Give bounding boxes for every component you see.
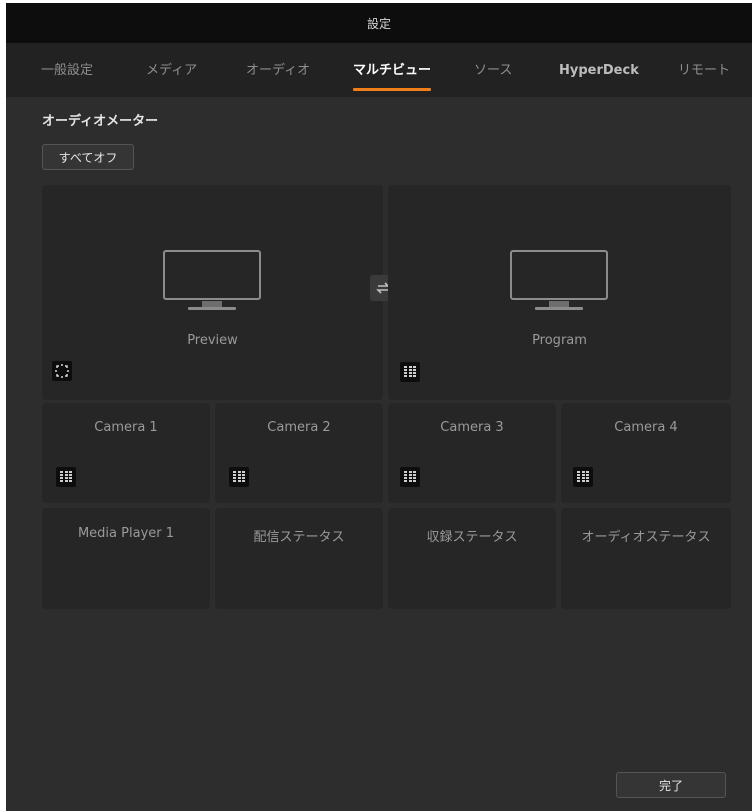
window-titlebar: 設定	[6, 3, 752, 43]
tab-general[interactable]: 一般設定	[41, 43, 93, 97]
audio-meters-title: オーディオメーター	[42, 114, 159, 129]
status-cell-label: 収録ステータス	[426, 530, 518, 545]
tab-multiview[interactable]: マルチビュー	[353, 43, 432, 97]
camera-label: Camera 1	[94, 420, 158, 435]
status-cell-label: 配信ステータス	[253, 530, 345, 545]
camera-cell[interactable]: Camera 2	[215, 403, 383, 503]
audio-meter-button[interactable]	[56, 467, 76, 487]
safe-area-icon	[55, 364, 69, 378]
preview-cell[interactable]: Preview	[42, 185, 383, 400]
settings-window: 設定 一般設定 メディア オーディオ マルチビュー ソース HyperDeck …	[6, 3, 752, 811]
tab-media[interactable]: メディア	[146, 43, 197, 97]
active-tab-indicator	[353, 88, 432, 91]
monitor-icon	[510, 250, 608, 310]
camera-cell[interactable]: Camera 1	[42, 403, 210, 503]
tab-hyperdeck[interactable]: HyperDeck	[559, 43, 639, 97]
program-cell[interactable]: Program	[388, 185, 731, 400]
all-off-button[interactable]: すべてオフ	[42, 144, 134, 170]
monitor-icon	[163, 250, 261, 310]
camera-label: Camera 4	[614, 420, 678, 435]
audio-meter-button[interactable]	[573, 467, 593, 487]
audio-meter-button[interactable]	[400, 467, 420, 487]
status-cell-label: オーディオステータス	[581, 530, 711, 545]
audio-meter-button[interactable]	[229, 467, 249, 487]
camera-cell[interactable]: Camera 3	[388, 403, 556, 503]
camera-cell[interactable]: Camera 4	[561, 403, 731, 503]
done-button[interactable]: 完了	[616, 772, 726, 798]
streaming-status-cell[interactable]: 配信ステータス	[215, 508, 383, 609]
preview-label: Preview	[187, 333, 238, 348]
camera-label: Camera 3	[440, 420, 504, 435]
program-label: Program	[532, 333, 587, 348]
tab-bar: 一般設定 メディア オーディオ マルチビュー ソース HyperDeck リモー…	[6, 43, 752, 97]
safe-area-button[interactable]	[52, 361, 72, 381]
media-player-cell[interactable]: Media Player 1	[42, 508, 210, 609]
status-cell-label: Media Player 1	[77, 526, 175, 541]
recording-status-cell[interactable]: 収録ステータス	[388, 508, 556, 609]
tab-remote[interactable]: リモート	[678, 43, 730, 97]
audio-meter-button[interactable]	[400, 362, 420, 382]
audio-status-cell[interactable]: オーディオステータス	[561, 508, 731, 609]
tab-audio[interactable]: オーディオ	[246, 43, 310, 97]
tab-source[interactable]: ソース	[474, 43, 512, 97]
window-title: 設定	[366, 16, 391, 31]
camera-label: Camera 2	[267, 420, 331, 435]
